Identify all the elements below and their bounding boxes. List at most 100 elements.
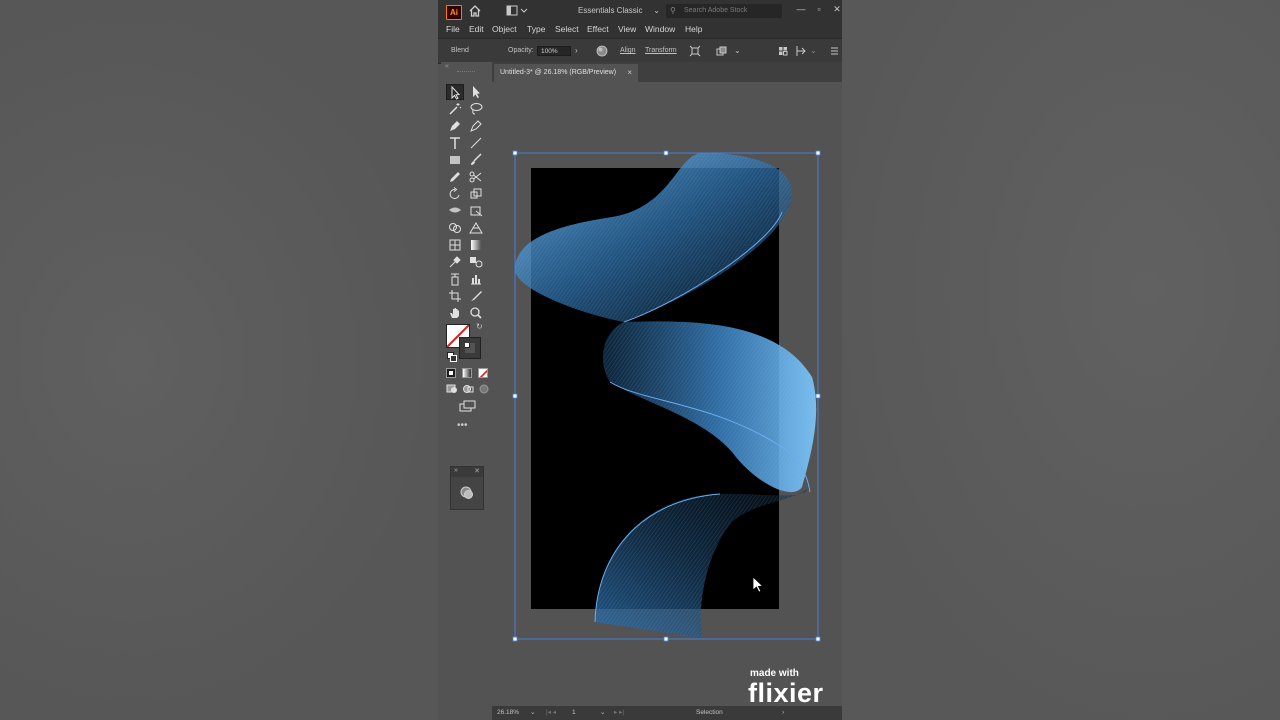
stroke-swatch[interactable] [459, 337, 481, 359]
color-mode-icon[interactable] [446, 368, 456, 378]
free-transform-tool[interactable] [467, 203, 485, 219]
panel-menu-icon[interactable] [828, 45, 840, 57]
column-graph-tool[interactable] [467, 271, 485, 287]
default-fill-stroke-icon[interactable] [447, 352, 457, 362]
mesh-tool[interactable] [446, 237, 464, 253]
artboard-tool[interactable] [446, 288, 464, 304]
panel-grip[interactable] [457, 71, 475, 74]
menu-file[interactable]: File [446, 22, 460, 36]
width-tool[interactable] [446, 203, 464, 219]
appearance-panel-icon[interactable] [459, 485, 475, 501]
perspective-grid-tool[interactable] [467, 220, 485, 236]
rotate-tool[interactable] [446, 186, 464, 202]
arrange-documents-icon[interactable] [506, 5, 530, 17]
collapse-panel-icon[interactable]: » [454, 467, 458, 474]
direct-selection-tool[interactable] [467, 84, 485, 100]
document-tab[interactable]: Untitled-3* @ 26.18% (RGB/Preview) × [494, 64, 639, 82]
menu-effect[interactable]: Effect [587, 22, 609, 36]
menu-select[interactable]: Select [555, 22, 579, 36]
close-window-icon[interactable]: ✕ [830, 2, 842, 16]
menu-view[interactable]: View [618, 22, 636, 36]
canvas[interactable] [492, 82, 842, 706]
gradient-tool[interactable] [467, 237, 485, 253]
align-panel-icon[interactable] [777, 45, 789, 57]
distribute-icon[interactable] [795, 45, 807, 57]
document-tabs: Untitled-3* @ 26.18% (RGB/Preview) × [492, 62, 842, 82]
floating-panel-header[interactable]: » ✕ [451, 467, 483, 477]
width-tool-icon [449, 207, 461, 213]
chevron-down-icon[interactable]: ⌄ [530, 706, 535, 720]
menu-type[interactable]: Type [527, 22, 545, 36]
slice-tool[interactable] [467, 288, 485, 304]
eyedropper-tool-icon [449, 256, 461, 268]
isolate-selected-object-icon[interactable] [689, 45, 701, 57]
change-screen-mode-icon[interactable] [459, 400, 477, 412]
draw-inside-icon[interactable] [478, 384, 490, 394]
menu-object[interactable]: Object [492, 22, 517, 36]
tools-panel: « ↻ ••• » ✕ [441, 62, 492, 720]
curvature-tool[interactable] [467, 118, 485, 134]
hand-tool-icon [450, 308, 459, 318]
close-panel-icon[interactable]: ✕ [474, 467, 480, 475]
line-segment-tool[interactable] [467, 135, 485, 151]
lasso-tool-icon [470, 103, 483, 115]
scissors-tool[interactable] [467, 169, 485, 185]
maximize-icon[interactable]: ▫ [812, 2, 826, 16]
type-tool[interactable] [446, 135, 464, 151]
status-tool[interactable]: Selection [696, 706, 723, 720]
pencil-tool[interactable] [446, 169, 464, 185]
chevron-right-icon[interactable]: › [575, 39, 578, 63]
first-artboard-icon[interactable]: |◂ ◂ [546, 706, 556, 720]
workspace-switcher[interactable]: Essentials Classic ⌄ [572, 4, 664, 18]
eyedropper-tool[interactable] [446, 254, 464, 270]
symbol-sprayer-tool[interactable] [446, 271, 464, 287]
menu-window[interactable]: Window [645, 22, 675, 36]
menu-help[interactable]: Help [685, 22, 702, 36]
opacity-input[interactable]: 100% [537, 46, 571, 56]
gradient-tool-icon [471, 240, 481, 250]
adobe-stock-search-input[interactable]: ⚲ Search Adobe Stock [666, 4, 782, 18]
selection-tool[interactable] [446, 84, 464, 100]
draw-normal-icon[interactable] [446, 384, 458, 394]
shape-builder-tool[interactable] [446, 220, 464, 236]
collapse-panel-icon[interactable]: « [445, 63, 449, 70]
lasso-tool[interactable] [467, 101, 485, 117]
minimize-icon[interactable]: — [794, 2, 808, 16]
none-mode-icon[interactable] [478, 368, 488, 378]
transform-link[interactable]: Transform [645, 39, 677, 63]
magic-wand-tool[interactable] [446, 101, 464, 117]
illustrator-window: Ai Essentials Classic ⌄ ⚲ Search Adobe S… [438, 0, 842, 720]
opacity-label[interactable]: Opacity: [508, 39, 534, 63]
blend-tool[interactable] [467, 254, 485, 270]
align-link[interactable]: Align [620, 39, 636, 63]
watermark-line2: flixier [748, 678, 824, 708]
zoom-level[interactable]: 26.18% [497, 706, 519, 720]
scale-tool-icon [470, 188, 482, 199]
rectangle-tool[interactable] [446, 152, 464, 168]
draw-behind-icon[interactable] [462, 384, 474, 394]
swap-fill-stroke-icon[interactable]: ↻ [476, 322, 483, 331]
edit-toolbar-icon[interactable]: ••• [457, 420, 468, 431]
gradient-mode-icon[interactable] [462, 368, 472, 378]
menu-edit[interactable]: Edit [469, 22, 484, 36]
zoom-tool-icon [470, 307, 482, 319]
slice-tool-icon [471, 291, 482, 301]
pen-tool[interactable] [446, 118, 464, 134]
zoom-tool[interactable] [467, 305, 485, 321]
chevron-down-icon[interactable]: ⌄ [810, 39, 817, 63]
hand-tool[interactable] [446, 305, 464, 321]
pencil-tool-icon [450, 172, 460, 182]
artboard-number[interactable]: 1 [572, 706, 576, 720]
arrange-icon[interactable] [715, 45, 727, 57]
chevron-down-icon[interactable]: ⌄ [734, 39, 741, 63]
scale-tool[interactable] [467, 186, 485, 202]
recolor-artwork-icon[interactable] [596, 45, 608, 57]
last-artboard-icon[interactable]: ▸ ▸| [614, 706, 624, 720]
control-bar: Blend Opacity: 100% › Align Transform ⌄ … [438, 38, 842, 64]
paintbrush-tool[interactable] [467, 152, 485, 168]
home-icon[interactable] [468, 4, 482, 18]
close-tab-icon[interactable]: × [627, 64, 632, 82]
chevron-down-icon[interactable]: ⌄ [600, 706, 605, 720]
line-tool-icon [470, 137, 482, 149]
shape-builder-tool-icon [449, 223, 461, 233]
